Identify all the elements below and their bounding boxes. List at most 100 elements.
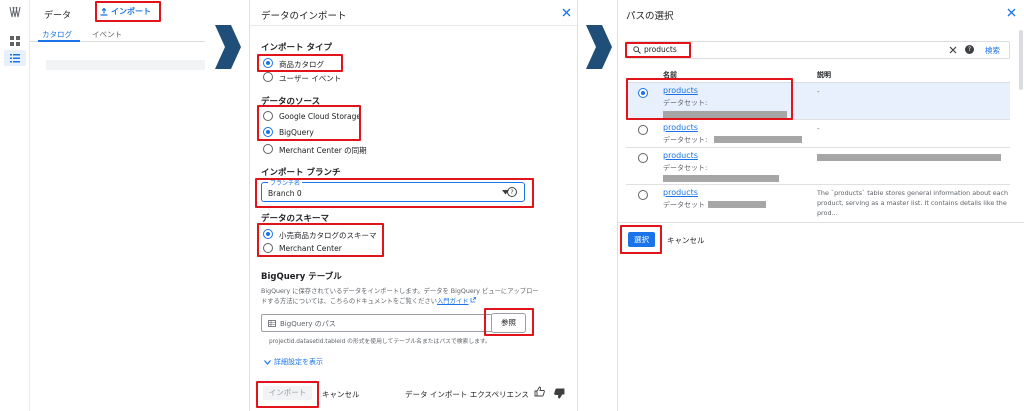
scrollbar[interactable]	[1019, 30, 1023, 90]
row-name-link[interactable]: products	[663, 188, 698, 197]
guide-link[interactable]: 入門ガイド	[437, 298, 468, 305]
product-logo-icon	[9, 6, 21, 20]
radio-user-events-label: ユーザー イベント	[279, 74, 342, 83]
panel-path-select: パスの選択 products ? 検索 名前 説明 products データセッ…	[617, 0, 1024, 411]
dashboard-icon[interactable]	[10, 36, 20, 48]
tab-catalog[interactable]: カタログ	[42, 29, 72, 40]
radio-user-events[interactable]	[263, 72, 273, 82]
search-button[interactable]: 検索	[985, 45, 1000, 56]
redacted-dataset	[708, 201, 766, 208]
row-radio[interactable]	[638, 88, 648, 98]
bq-description-line1: BigQuery に保存されているデータをインポートします。データを BigQu…	[261, 288, 539, 295]
upload-icon	[100, 7, 108, 16]
redacted-dataset	[714, 136, 802, 143]
row-name-link[interactable]: products	[663, 123, 698, 132]
row-radio[interactable]	[638, 190, 648, 200]
row-description: -	[817, 88, 820, 96]
cancel-button[interactable]: キャンセル	[322, 389, 360, 400]
advanced-settings-label: 詳細設定を表示	[274, 358, 323, 366]
dialog-title: パスの選択	[626, 11, 674, 22]
select-button-label: 選択	[634, 235, 649, 244]
schema-heading: データのスキーマ	[261, 214, 330, 224]
close-icon[interactable]	[1007, 8, 1016, 19]
bq-path-placeholder: BigQuery のパス	[280, 320, 336, 328]
left-rail	[0, 0, 30, 411]
radio-merchant-schema-label: Merchant Center	[279, 244, 342, 253]
table-row[interactable]: products データセット The `products` table sto…	[626, 185, 1010, 222]
help-icon[interactable]: ?	[507, 187, 517, 197]
row-dataset-label: データセット:	[663, 99, 708, 107]
radio-gcs[interactable]	[263, 111, 273, 121]
tab-bar: カタログ イベント	[30, 25, 205, 42]
data-list-icon-active[interactable]	[4, 50, 26, 66]
browse-button[interactable]: 参照	[491, 313, 526, 333]
row-description-line1: The `products` table stores general info…	[817, 189, 1009, 197]
thumbs-up-icon[interactable]	[534, 386, 545, 399]
row-dataset-label: データセット:	[663, 136, 708, 144]
import-submit-label: インポート	[268, 388, 307, 397]
experience-label: データ インポート エクスペリエンス	[405, 390, 529, 399]
browse-button-label: 参照	[501, 318, 516, 327]
import-type-heading: インポート タイプ	[261, 43, 332, 53]
redacted-dataset	[663, 175, 779, 182]
search-bar[interactable]: products ? 検索	[626, 41, 1010, 59]
tab-active-indicator	[38, 40, 80, 42]
nav-title: データ	[44, 11, 72, 21]
content-placeholder	[46, 60, 205, 70]
bq-path-input[interactable]: BigQuery のパス	[261, 314, 493, 332]
import-submit-button[interactable]: インポート	[263, 386, 312, 400]
bq-table-heading: BigQuery テーブル	[261, 272, 342, 282]
import-button[interactable]: インポート	[100, 6, 151, 17]
row-radio[interactable]	[638, 153, 648, 163]
table-row[interactable]: products データセット: -	[626, 83, 1010, 120]
source-heading: データのソース	[261, 97, 321, 107]
table-row[interactable]: products データセット: -	[626, 120, 1010, 148]
redacted-dataset	[663, 111, 787, 118]
radio-merchant-sync-label: Merchant Center の同期	[279, 146, 367, 155]
radio-retail-schema-label: 小売商品カタログのスキーマ	[279, 231, 377, 240]
help-icon[interactable]: ?	[965, 45, 974, 54]
branch-heading: インポート ブランチ	[261, 168, 341, 178]
step-arrow-icon	[584, 25, 612, 71]
search-input[interactable]: products	[644, 45, 677, 54]
step-arrow-icon	[213, 25, 241, 71]
redacted-description	[817, 154, 1001, 161]
row-description: The `products` table stores general info…	[817, 188, 1008, 218]
radio-product-catalog[interactable]	[263, 58, 273, 68]
search-icon	[633, 46, 641, 54]
row-radio[interactable]	[638, 125, 648, 135]
radio-product-catalog-label: 商品カタログ	[279, 60, 324, 69]
table-icon	[268, 320, 276, 327]
row-description-line2: product, serving as a master list. It co…	[817, 199, 1007, 207]
row-description: -	[817, 125, 820, 133]
select-button[interactable]: 選択	[628, 232, 655, 247]
branch-value: Branch 0	[268, 189, 302, 198]
column-description: 説明	[817, 71, 831, 79]
radio-merchant-schema[interactable]	[263, 243, 273, 253]
row-name-link[interactable]: products	[663, 151, 698, 160]
bq-hint: projectid.datasetid.tableid の形式を使用してテーブル…	[269, 339, 491, 345]
bq-description-line2: ドする方法については、こちらのドキュメントをご覧ください	[261, 298, 437, 305]
panel-import-dialog: データのインポート インポート タイプ 商品カタログ ユーザー イベント データ…	[249, 0, 579, 411]
advanced-settings-link[interactable]: 詳細設定を表示	[264, 357, 323, 367]
cancel-button[interactable]: キャンセル	[667, 235, 705, 246]
radio-bigquery[interactable]	[263, 127, 273, 137]
row-dataset-label: データセット:	[663, 164, 708, 172]
clear-icon[interactable]	[949, 46, 957, 54]
import-button-label: インポート	[111, 7, 151, 16]
table-row[interactable]: products データセット:	[626, 148, 1010, 185]
branch-field-label: ブランチ名	[268, 178, 303, 187]
branch-select[interactable]: ブランチ名 Branch 0	[261, 178, 525, 202]
thumbs-down-icon[interactable]	[554, 388, 565, 401]
radio-merchant-sync[interactable]	[263, 144, 273, 154]
row-dataset-label: データセット	[663, 201, 705, 209]
radio-bigquery-label: BigQuery	[279, 128, 314, 137]
external-link-icon	[471, 297, 477, 303]
bq-description: BigQuery に保存されているデータをインポートします。データを BigQu…	[261, 287, 539, 307]
tab-events[interactable]: イベント	[92, 29, 122, 40]
footer-divider	[618, 222, 1024, 223]
radio-retail-schema[interactable]	[263, 229, 273, 239]
close-icon[interactable]	[562, 8, 571, 19]
table-header: 名前 説明	[626, 68, 1010, 83]
row-name-link[interactable]: products	[663, 86, 698, 95]
